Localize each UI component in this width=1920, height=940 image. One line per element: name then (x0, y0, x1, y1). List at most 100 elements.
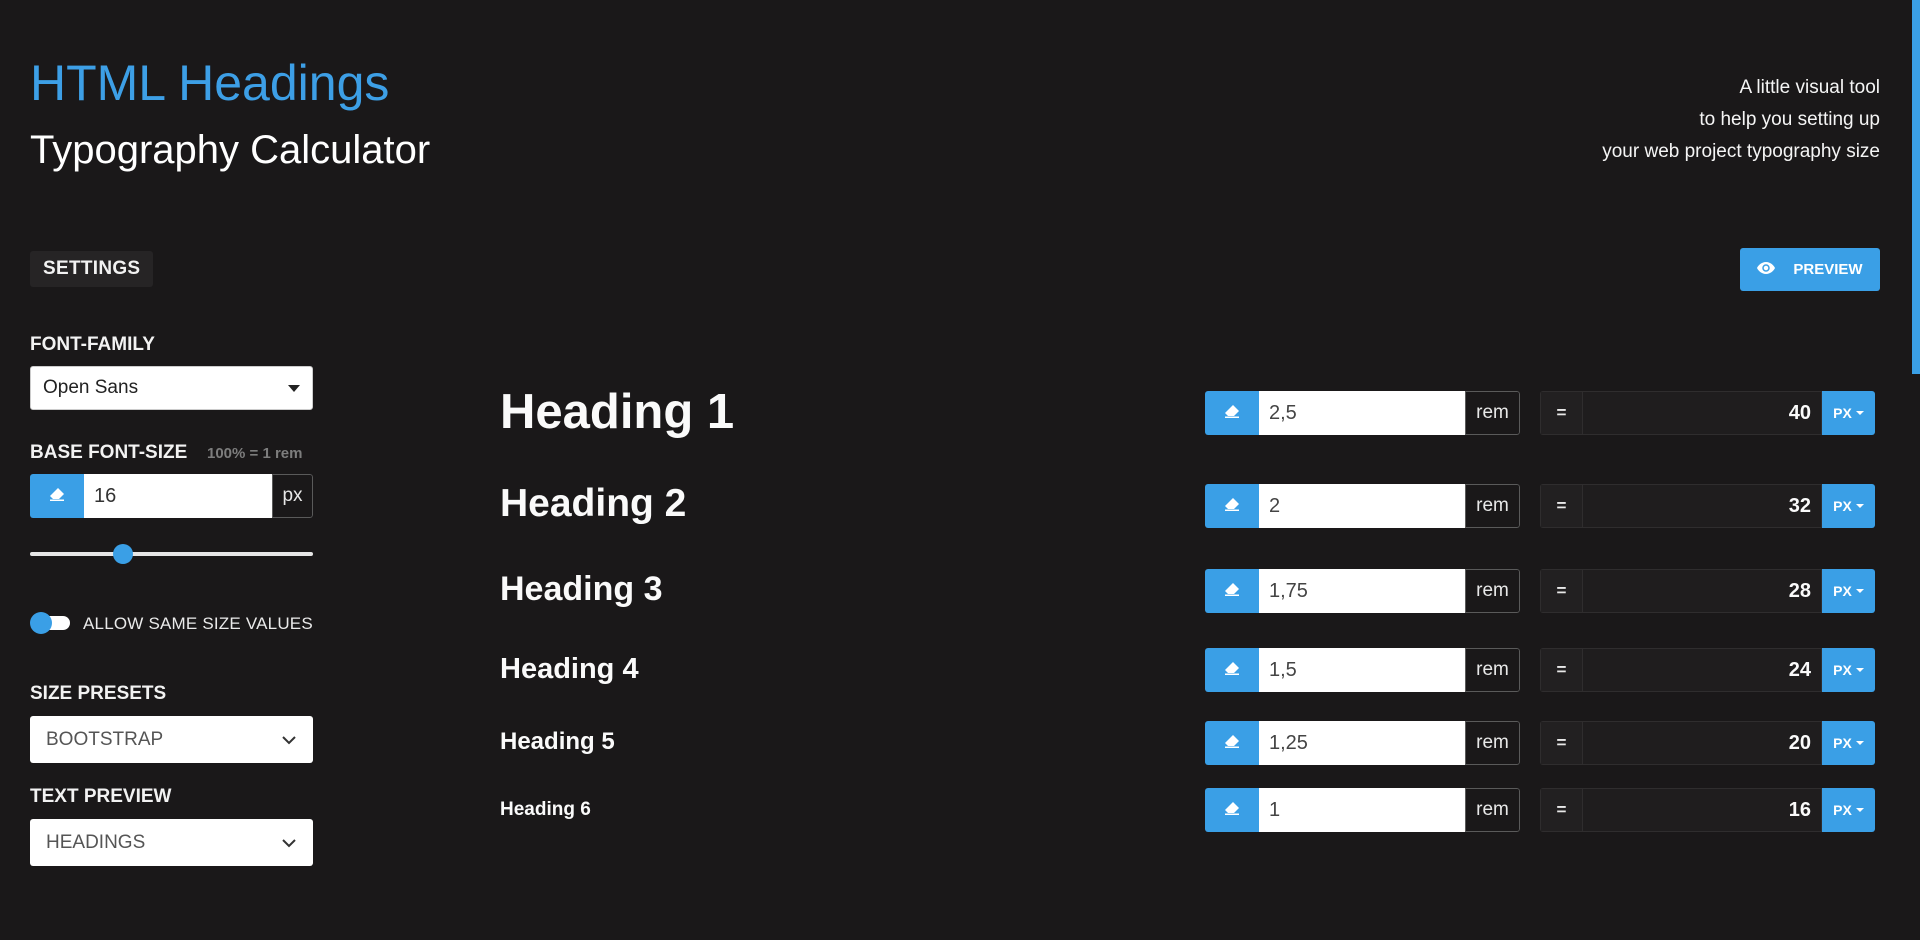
heading-2-eraser-button[interactable] (1205, 484, 1259, 528)
heading-4-rem-group: 1,5 rem (1205, 648, 1520, 692)
equals-sign: = (1540, 648, 1582, 692)
heading-3-rem-unit: rem (1465, 569, 1520, 613)
base-font-size-note: 100% = 1 rem (207, 445, 303, 462)
heading-1-eraser-button[interactable] (1205, 391, 1259, 435)
eraser-icon (1224, 734, 1240, 753)
heading-1-unit-dropdown[interactable]: PX (1822, 391, 1875, 435)
heading-2-preview: Heading 2 (500, 482, 687, 525)
heading-6-preview: Heading 6 (500, 799, 591, 820)
heading-1-px-value: 40 (1582, 391, 1822, 435)
heading-1-rem-group: 2,5 rem (1205, 391, 1520, 435)
text-preview-value: HEADINGS (46, 831, 146, 853)
base-font-size-slider-thumb[interactable] (113, 544, 134, 564)
font-family-select[interactable]: Open Sans (30, 366, 313, 410)
heading-3-px-value: 28 (1582, 569, 1822, 613)
heading-4-px-group: = 24 PX (1540, 648, 1875, 692)
eraser-icon (1224, 404, 1240, 423)
tagline-line-2: to help you setting up (1699, 109, 1880, 130)
equals-sign: = (1540, 721, 1582, 765)
size-presets-value: BOOTSTRAP (46, 728, 164, 750)
tagline: A little visual tool to help you setting… (1602, 72, 1880, 168)
caret-down-icon (1855, 589, 1864, 593)
heading-4-px-value: 24 (1582, 648, 1822, 692)
caret-down-icon (1855, 504, 1864, 508)
heading-6-rem-group: 1 rem (1205, 788, 1520, 832)
heading-2-px-value: 32 (1582, 484, 1822, 528)
heading-1-rem-unit: rem (1465, 391, 1520, 435)
base-font-size-group: 16 px (30, 474, 313, 518)
heading-1-preview: Heading 1 (500, 385, 735, 439)
heading-6-eraser-button[interactable] (1205, 788, 1259, 832)
heading-3-rem-group: 1,75 rem (1205, 569, 1520, 613)
heading-5-rem-input[interactable]: 1,25 (1259, 721, 1465, 765)
heading-4-rem-input[interactable]: 1,5 (1259, 648, 1465, 692)
heading-6-rem-input[interactable]: 1 (1259, 788, 1465, 832)
size-presets-select[interactable]: BOOTSTRAP (30, 716, 313, 763)
app-title: HTML Headings (30, 55, 390, 111)
heading-5-rem-group: 1,25 rem (1205, 721, 1520, 765)
text-preview-label: TEXT PREVIEW (30, 786, 172, 807)
heading-6-rem-unit: rem (1465, 788, 1520, 832)
heading-4-unit-dropdown[interactable]: PX (1822, 648, 1875, 692)
heading-5-unit-dropdown[interactable]: PX (1822, 721, 1875, 765)
unit-dropdown-label: PX (1833, 498, 1852, 514)
heading-5-eraser-button[interactable] (1205, 721, 1259, 765)
app-subtitle: Typography Calculator (30, 128, 431, 172)
eraser-icon (1224, 497, 1240, 516)
heading-1-rem-input[interactable]: 2,5 (1259, 391, 1465, 435)
preview-button[interactable]: PREVIEW (1740, 248, 1880, 291)
chevron-down-icon (281, 735, 297, 745)
size-presets-label: SIZE PRESETS (30, 683, 167, 704)
heading-3-preview: Heading 3 (500, 570, 663, 608)
unit-dropdown-label: PX (1833, 802, 1852, 818)
unit-dropdown-label: PX (1833, 405, 1852, 421)
toggle-knob (30, 612, 52, 634)
heading-6-px-value: 16 (1582, 788, 1822, 832)
eraser-icon (49, 487, 65, 506)
heading-3-px-group: = 28 PX (1540, 569, 1875, 613)
heading-4-rem-unit: rem (1465, 648, 1520, 692)
heading-3-rem-input[interactable]: 1,75 (1259, 569, 1465, 613)
equals-sign: = (1540, 569, 1582, 613)
base-font-size-slider-track[interactable] (30, 552, 313, 556)
font-family-value: Open Sans (43, 377, 139, 398)
equals-sign: = (1540, 484, 1582, 528)
caret-down-icon (1855, 741, 1864, 745)
heading-4-preview: Heading 4 (500, 653, 639, 685)
page-scrollbar[interactable] (1912, 0, 1920, 374)
chevron-down-icon (281, 838, 297, 848)
caret-down-icon (288, 384, 300, 392)
heading-5-px-group: = 20 PX (1540, 721, 1875, 765)
eraser-button[interactable] (30, 474, 84, 518)
base-font-size-label: BASE FONT-SIZE (30, 442, 188, 463)
heading-2-rem-unit: rem (1465, 484, 1520, 528)
base-font-size-input[interactable]: 16 (84, 474, 272, 518)
caret-down-icon (1855, 808, 1864, 812)
text-preview-select[interactable]: HEADINGS (30, 819, 313, 866)
eraser-icon (1224, 582, 1240, 601)
base-font-size-unit: px (272, 474, 313, 518)
equals-sign: = (1540, 788, 1582, 832)
heading-3-unit-dropdown[interactable]: PX (1822, 569, 1875, 613)
eraser-icon (1224, 661, 1240, 680)
eraser-icon (1224, 801, 1240, 820)
heading-1-px-group: = 40 PX (1540, 391, 1875, 435)
font-family-label: FONT-FAMILY (30, 334, 155, 355)
heading-4-eraser-button[interactable] (1205, 648, 1259, 692)
heading-3-eraser-button[interactable] (1205, 569, 1259, 613)
heading-6-px-group: = 16 PX (1540, 788, 1875, 832)
heading-5-px-value: 20 (1582, 721, 1822, 765)
caret-down-icon (1855, 668, 1864, 672)
heading-6-unit-dropdown[interactable]: PX (1822, 788, 1875, 832)
heading-2-rem-group: 2 rem (1205, 484, 1520, 528)
eye-icon (1757, 261, 1776, 278)
heading-2-unit-dropdown[interactable]: PX (1822, 484, 1875, 528)
equals-sign: = (1540, 391, 1582, 435)
heading-2-rem-input[interactable]: 2 (1259, 484, 1465, 528)
preview-button-label: PREVIEW (1793, 261, 1863, 278)
unit-dropdown-label: PX (1833, 662, 1852, 678)
tagline-line-3: your web project typography size (1602, 141, 1880, 162)
allow-same-size-toggle[interactable] (30, 612, 70, 634)
allow-same-size-label: ALLOW SAME SIZE VALUES (83, 614, 313, 633)
caret-down-icon (1855, 411, 1864, 415)
